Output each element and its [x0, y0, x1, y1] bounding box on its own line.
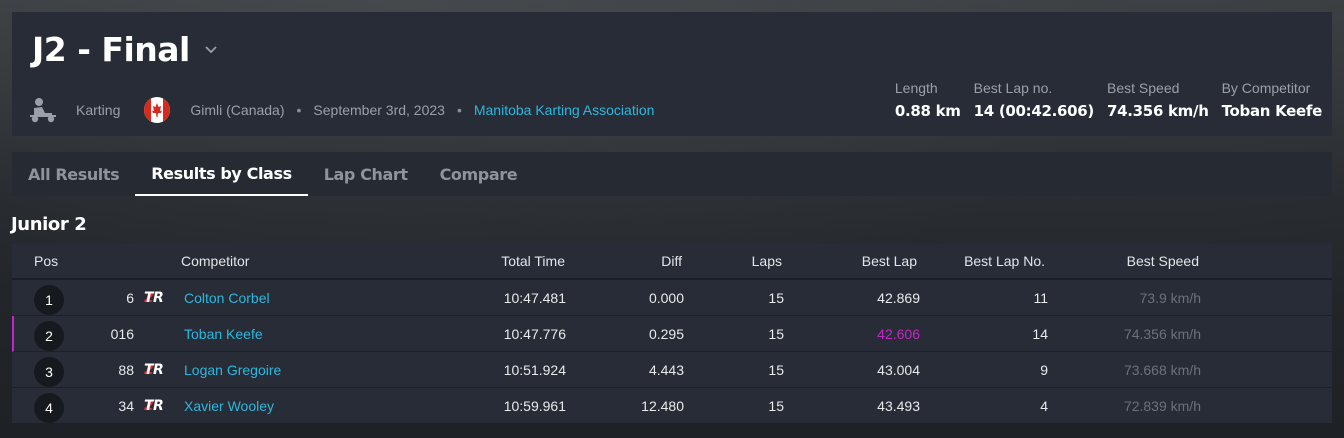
tab-all-results[interactable]: All Results — [12, 152, 135, 196]
header-diff[interactable]: Diff — [661, 253, 682, 269]
best-lap-no: 4 — [1040, 397, 1048, 414]
laps: 15 — [768, 325, 784, 342]
date-label: September 3rd, 2023 — [313, 102, 445, 118]
header-best-lap[interactable]: Best Lap — [862, 253, 917, 269]
competitor-link[interactable]: Logan Gregoire — [184, 362, 281, 378]
results-table: Pos Competitor Total Time Diff Laps Best… — [12, 244, 1332, 424]
laps: 15 — [768, 289, 784, 306]
logo-text: TR — [144, 289, 164, 306]
team-logo: TR 2 — [144, 362, 164, 378]
class-title: Junior 2 — [11, 214, 87, 235]
event-header: J2 - Final Karting Gimli (Canada) • Sept… — [12, 12, 1332, 136]
competitor-link[interactable]: Xavier Wooley — [184, 398, 274, 414]
go-kart-icon — [30, 98, 56, 123]
header-total-time[interactable]: Total Time — [501, 253, 565, 269]
position-badge: 2 — [34, 320, 64, 351]
event-stats: Length 0.88 km Best Lap no. 14 (00:42.60… — [882, 80, 1322, 120]
kart-number: 6 — [126, 289, 134, 306]
best-lap: 42.606 — [877, 325, 920, 342]
team-logo: TR 2 — [144, 290, 164, 306]
best-speed: 73.668 km/h — [1123, 361, 1201, 378]
diff: 4.443 — [648, 361, 684, 378]
best-lap-no: 14 — [1032, 325, 1048, 342]
stat-value: Toban Keefe — [1221, 102, 1323, 120]
table-header: Pos Competitor Total Time Diff Laps Best… — [12, 244, 1332, 280]
separator-dot: • — [296, 102, 302, 118]
team-logo: TR 2 — [144, 398, 164, 414]
total-time: 10:47.481 — [503, 289, 566, 306]
header-best-speed[interactable]: Best Speed — [1127, 253, 1199, 269]
logo-text: TR — [144, 397, 164, 414]
position-badge: 3 — [34, 356, 64, 387]
tab-compare[interactable]: Compare — [424, 152, 534, 196]
logo-text: TR — [144, 361, 164, 378]
total-time: 10:47.776 — [503, 325, 566, 342]
stat-length: Length 0.88 km — [895, 80, 961, 120]
best-speed: 73.9 km/h — [1139, 289, 1201, 306]
sport-label: Karting — [76, 102, 121, 118]
tab-results-by-class[interactable]: Results by Class — [135, 152, 308, 196]
diff: 12.480 — [641, 397, 684, 414]
total-time: 10:51.924 — [503, 361, 566, 378]
location-label: Gimli (Canada) — [190, 102, 285, 118]
total-time: 10:59.961 — [503, 397, 566, 414]
position-badge: 1 — [34, 284, 64, 315]
best-lap-no: 11 — [1033, 289, 1048, 306]
best-speed: 74.356 km/h — [1123, 325, 1201, 342]
stat-label: Best Lap no. — [973, 80, 1053, 96]
header-competitor[interactable]: Competitor — [181, 253, 249, 269]
event-meta: Karting Gimli (Canada) • September 3rd, … — [28, 96, 654, 124]
stat-best-speed: Best Speed 74.356 km/h — [1107, 80, 1209, 120]
table-row[interactable]: 4 34 TR 2 Xavier Wooley 10:59.961 12.480 … — [12, 388, 1332, 424]
header-laps[interactable]: Laps — [752, 253, 782, 269]
stat-label: By Competitor — [1221, 80, 1311, 96]
canada-flag-icon — [144, 97, 171, 123]
header-pos[interactable]: Pos — [34, 253, 58, 269]
table-row[interactable]: 1 6 TR 2 Colton Corbel 10:47.481 0.000 15… — [12, 280, 1332, 316]
separator-dot: • — [456, 102, 462, 118]
best-lap: 43.493 — [877, 397, 920, 414]
kart-number: 34 — [118, 397, 134, 414]
stat-value: 14 (00:42.606) — [973, 102, 1095, 120]
chevron-down-icon[interactable] — [204, 43, 218, 57]
competitor-link[interactable]: Toban Keefe — [184, 326, 263, 342]
results-tabs: All Results Results by Class Lap Chart C… — [12, 152, 1332, 196]
stat-best-lap-no: Best Lap no. 14 (00:42.606) — [973, 80, 1095, 120]
best-lap-no: 9 — [1040, 361, 1048, 378]
page-title: J2 - Final — [32, 30, 190, 69]
table-row[interactable]: 2 016 Toban Keefe 10:47.776 0.295 15 42.… — [12, 316, 1332, 352]
laps: 15 — [768, 397, 784, 414]
title-row: J2 - Final — [32, 30, 218, 69]
stat-label: Length — [894, 80, 938, 96]
stat-value: 74.356 km/h — [1107, 102, 1209, 120]
best-lap: 42.869 — [877, 289, 920, 306]
kart-number: 016 — [110, 325, 134, 342]
table-row[interactable]: 3 88 TR 2 Logan Gregoire 10:51.924 4.443 … — [12, 352, 1332, 388]
competitor-link[interactable]: Colton Corbel — [184, 290, 270, 306]
header-best-lap-no[interactable]: Best Lap No. — [964, 253, 1045, 269]
diff: 0.000 — [648, 289, 684, 306]
stat-value: 0.88 km — [894, 102, 961, 120]
stat-by-competitor: By Competitor Toban Keefe — [1221, 80, 1323, 120]
tab-lap-chart[interactable]: Lap Chart — [308, 152, 424, 196]
stat-label: Best Speed — [1107, 80, 1180, 96]
organizer-link[interactable]: Manitoba Karting Association — [474, 102, 655, 118]
best-lap: 43.004 — [877, 361, 920, 378]
diff: 0.295 — [648, 325, 684, 342]
kart-number: 88 — [118, 361, 134, 378]
best-speed: 72.839 km/h — [1123, 397, 1201, 414]
laps: 15 — [768, 361, 784, 378]
position-badge: 4 — [34, 392, 64, 423]
